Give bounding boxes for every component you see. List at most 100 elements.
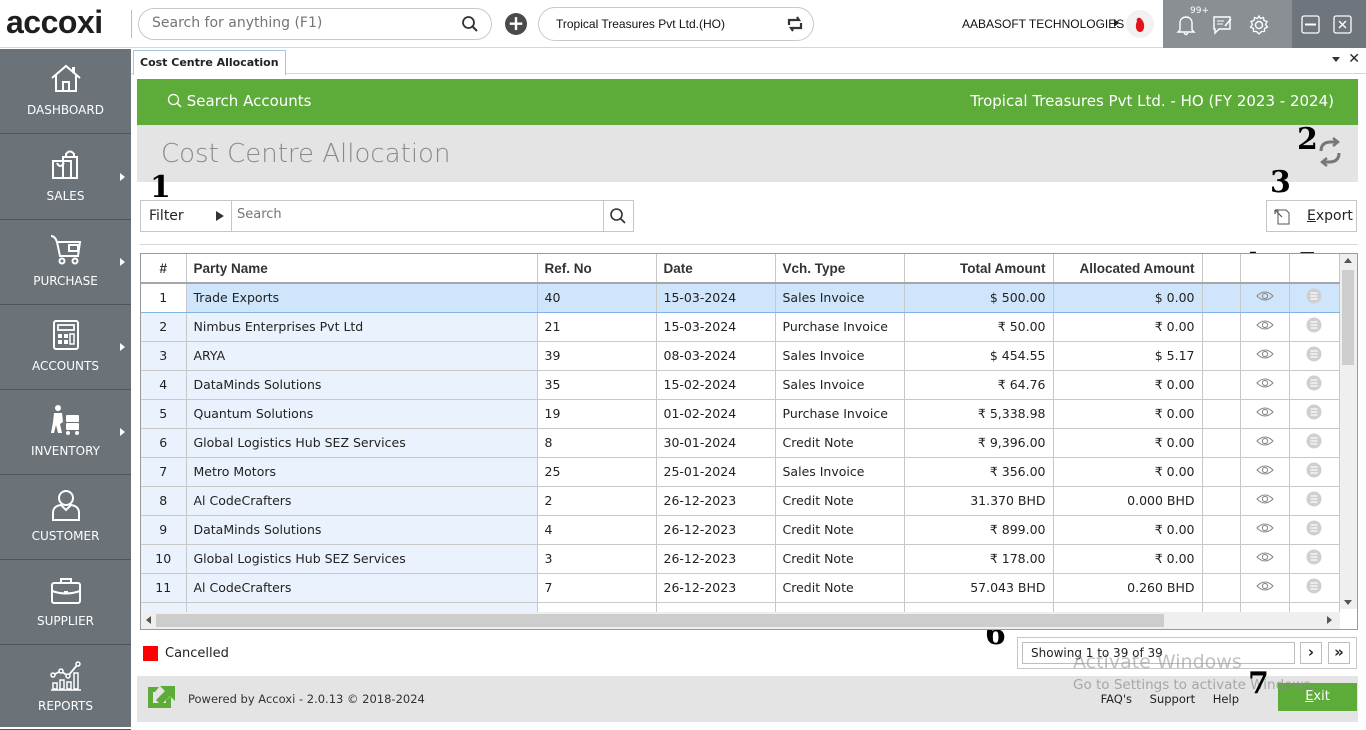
vertical-scroll-thumb[interactable]: [1342, 270, 1354, 365]
horizontal-scrollbar[interactable]: [141, 612, 1340, 629]
blank-cell: [1202, 283, 1241, 313]
column-header-ref-no[interactable]: Ref. No: [537, 254, 657, 284]
total-amount-cell: ₹ 50.00: [904, 312, 1054, 342]
user-avatar[interactable]: [1126, 10, 1154, 38]
column-header-party-name[interactable]: Party Name: [186, 254, 538, 284]
close-app-icon[interactable]: [1333, 15, 1352, 38]
column-header-total-amount[interactable]: Total Amount: [904, 254, 1054, 284]
view-button[interactable]: [1240, 399, 1290, 429]
search-icon[interactable]: [461, 15, 479, 37]
close-tab-icon[interactable]: ✕: [1348, 51, 1360, 67]
view-button[interactable]: [1240, 341, 1290, 371]
column-header-allocated-amount[interactable]: Allocated Amount: [1053, 254, 1203, 284]
filter-toggle-label[interactable]: Filter: [149, 208, 184, 224]
switch-company-icon[interactable]: [785, 14, 805, 38]
allocate-button[interactable]: [1289, 457, 1340, 487]
table-row[interactable]: 8 Al CodeCrafters 2 26-12-2023 Credit Note 31…: [141, 486, 1340, 516]
allocate-button[interactable]: [1289, 573, 1340, 603]
allocate-button[interactable]: [1289, 341, 1340, 371]
allocate-button[interactable]: [1289, 312, 1340, 342]
scroll-left-arrow[interactable]: [146, 616, 151, 624]
sidebar-item-label: SALES: [46, 189, 85, 203]
allocate-button[interactable]: [1289, 515, 1340, 545]
sidebar-item-sales[interactable]: SALES: [0, 135, 131, 220]
eye-icon: [1255, 551, 1274, 566]
feedback-icon[interactable]: [1212, 15, 1234, 39]
tab-list-dropdown-icon[interactable]: [1332, 57, 1340, 62]
tab-cost-centre-allocation[interactable]: Cost Centre Allocation: [133, 50, 286, 75]
company-selector[interactable]: Tropical Treasures Pvt Ltd.(HO): [538, 7, 814, 41]
sidebar-item-inventory[interactable]: INVENTORY: [0, 390, 131, 475]
allocate-button[interactable]: [1289, 370, 1340, 400]
table-row[interactable]: 6 Global Logistics Hub SEZ Services 8 30-01…: [141, 428, 1340, 458]
allocation-table: # Party Name Ref. No Date Vch. Type Tota…: [141, 254, 1340, 612]
view-button[interactable]: [1240, 486, 1290, 516]
bell-icon[interactable]: [1176, 14, 1196, 40]
grid-search-input[interactable]: [237, 207, 597, 222]
date-cell: 08-03-2024: [656, 341, 776, 371]
search-accounts-button[interactable]: Search Accounts: [167, 92, 311, 110]
table-row[interactable]: 2 Nimbus Enterprises Pvt Ltd 21 15-03-2024 P…: [141, 312, 1340, 342]
view-button[interactable]: [1240, 428, 1290, 458]
sidebar-item-customer[interactable]: CUSTOMER: [0, 475, 131, 560]
sidebar-item-dashboard[interactable]: DASHBOARD: [0, 49, 131, 134]
allocate-button[interactable]: [1289, 486, 1340, 516]
view-button[interactable]: [1240, 457, 1290, 487]
blank-cell: [1202, 457, 1241, 487]
view-button[interactable]: [1240, 515, 1290, 545]
column-header-number[interactable]: #: [141, 254, 187, 284]
sidebar-item-supplier[interactable]: SUPPLIER: [0, 560, 131, 645]
search-icon[interactable]: [609, 207, 627, 229]
global-search[interactable]: [138, 8, 492, 40]
add-new-button[interactable]: +: [505, 13, 527, 35]
refresh-icon[interactable]: [1316, 137, 1344, 171]
table-row[interactable]: 9 DataMinds Solutions 4 26-12-2023 Credit No…: [141, 515, 1340, 545]
party-name-cell: Metro Motors: [186, 457, 538, 487]
scroll-right-arrow[interactable]: [1327, 616, 1332, 624]
table-row[interactable]: 4 DataMinds Solutions 35 15-02-2024 Sales In…: [141, 370, 1340, 400]
calculator-icon: [49, 319, 83, 355]
column-header-date[interactable]: Date: [656, 254, 776, 284]
allocate-button[interactable]: [1289, 544, 1340, 574]
faqs-link[interactable]: FAQ's: [1101, 692, 1132, 706]
scroll-up-arrow[interactable]: [1344, 258, 1352, 263]
filter-expand-icon[interactable]: [216, 211, 224, 221]
table-row[interactable]: 3 ARYA 39 08-03-2024 Sales Invoice $ 454.55 $ …: [141, 341, 1340, 371]
export-button[interactable]: Export: [1266, 200, 1357, 232]
settings-gear-icon[interactable]: [1248, 14, 1270, 40]
horizontal-scroll-thumb[interactable]: [156, 614, 1164, 627]
table-row[interactable]: 5 Quantum Solutions 19 01-02-2024 Purchase I…: [141, 399, 1340, 429]
sidebar-item-purchase[interactable]: PURCHASE: [0, 220, 131, 305]
view-button[interactable]: [1240, 283, 1290, 313]
page-title: Cost Centre Allocation: [161, 139, 451, 169]
scroll-down-arrow[interactable]: [1344, 600, 1352, 605]
global-search-input[interactable]: [152, 15, 452, 31]
accoxi-logo[interactable]: accoxi: [6, 4, 103, 41]
sidebar-item-accounts[interactable]: ACCOUNTS: [0, 305, 131, 390]
minimize-icon[interactable]: [1301, 15, 1320, 38]
view-button[interactable]: [1240, 370, 1290, 400]
allocate-button[interactable]: [1289, 283, 1340, 313]
table-row[interactable]: 1 Trade Exports 40 15-03-2024 Sales Invoice $…: [141, 283, 1340, 313]
org-caret-icon[interactable]: [1114, 19, 1119, 27]
view-button[interactable]: [1240, 544, 1290, 574]
vertical-scrollbar[interactable]: [1340, 254, 1357, 609]
table-row[interactable]: 7 Metro Motors 25 25-01-2024 Sales Invoice ₹ …: [141, 457, 1340, 487]
allocated-amount-cell: ₹ 0.00: [1053, 428, 1203, 458]
support-link[interactable]: Support: [1150, 692, 1195, 706]
organization-name[interactable]: AABASOFT TECHNOLOGIES: [962, 17, 1124, 31]
last-page-button[interactable]: »: [1328, 642, 1350, 664]
view-button[interactable]: [1240, 312, 1290, 342]
next-page-button[interactable]: ›: [1300, 642, 1322, 664]
allocate-button[interactable]: [1289, 428, 1340, 458]
table-row-partial[interactable]: [141, 602, 1340, 612]
column-header-vch-type[interactable]: Vch. Type: [775, 254, 905, 284]
table-row[interactable]: 10 Global Logistics Hub SEZ Services 3 26-1…: [141, 544, 1340, 574]
vch-type-cell: Credit Note: [775, 486, 905, 516]
help-link[interactable]: Help: [1213, 692, 1239, 706]
view-button[interactable]: [1240, 573, 1290, 603]
allocate-button[interactable]: [1289, 399, 1340, 429]
table-row[interactable]: 11 Al CodeCrafters 7 26-12-2023 Credit Note 5…: [141, 573, 1340, 603]
sidebar-item-reports[interactable]: REPORTS: [0, 645, 131, 730]
ref-no-cell: 3: [537, 544, 657, 574]
